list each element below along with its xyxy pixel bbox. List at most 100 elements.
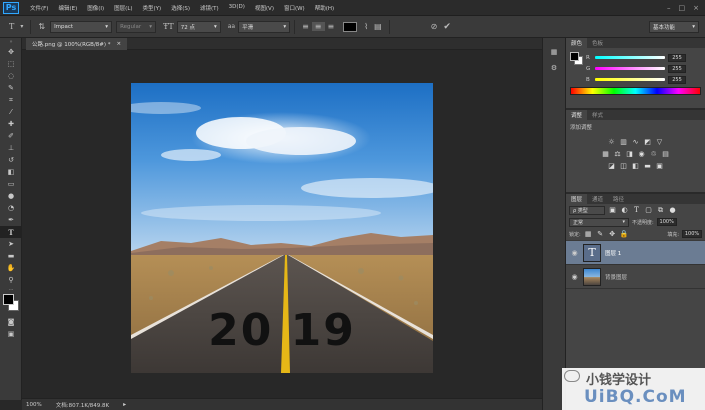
panel-foreground-swatch[interactable] [570, 52, 579, 61]
zoom-level[interactable]: 100% [26, 402, 42, 408]
color-lookup-icon[interactable]: ▤ [661, 149, 670, 158]
tab-swatches[interactable]: 色板 [587, 38, 608, 48]
menu-type[interactable]: 类型(Y) [138, 4, 167, 12]
canvas-area[interactable]: 20 19 [22, 50, 542, 398]
quick-mask-icon[interactable]: ◙ [0, 316, 22, 328]
workspace-select[interactable]: 基本功能 ▾ [649, 20, 699, 33]
tab-adjustments[interactable]: 调整 [566, 110, 588, 120]
quick-select-tool-icon[interactable]: ✎ [0, 82, 22, 94]
status-menu-arrow-icon[interactable]: ▸ [123, 401, 126, 408]
commit-check-icon[interactable]: ✔ [440, 22, 454, 32]
invert-icon[interactable]: ◪ [607, 161, 616, 170]
year-text-layer[interactable]: 20 19 [131, 305, 433, 356]
filter-adjust-icon[interactable]: ◐ [620, 206, 629, 215]
red-channel-slider[interactable] [595, 56, 665, 59]
close-window-button[interactable]: × [693, 4, 699, 12]
menu-image[interactable]: 图像(I) [82, 4, 109, 12]
cancel-icon[interactable]: ⊘ [428, 22, 441, 31]
filter-toggle-icon[interactable]: ● [668, 206, 677, 215]
minimize-button[interactable]: – [667, 4, 671, 12]
selective-color-icon[interactable]: ▣ [655, 161, 664, 170]
tab-paths[interactable]: 路径 [608, 194, 629, 204]
gradient-tool-icon[interactable]: ▭ [0, 178, 22, 190]
curves-icon[interactable]: ∿ [631, 137, 640, 146]
font-style-select[interactable]: Regular ▾ [116, 20, 157, 33]
hand-tool-icon[interactable]: ✋ [0, 262, 22, 274]
photo-filter-icon[interactable]: ◉ [637, 149, 646, 158]
tool-preset-chevron-icon[interactable]: ▾ [17, 23, 26, 30]
menu-file[interactable]: 文件(F) [25, 4, 53, 12]
align-right-icon[interactable]: ≡ [325, 22, 338, 31]
menu-select[interactable]: 选择(S) [166, 4, 195, 12]
tab-color[interactable]: 颜色 [566, 38, 588, 48]
history-brush-tool-icon[interactable]: ↺ [0, 154, 22, 166]
menu-help[interactable]: 帮助(H) [310, 4, 339, 12]
layer-filter-select[interactable]: ρ 类型 [569, 205, 605, 215]
tab-layers[interactable]: 图层 [566, 194, 588, 204]
eyedropper-tool-icon[interactable]: ⁄ [0, 106, 22, 118]
crop-tool-icon[interactable]: ⌗ [0, 94, 22, 106]
lock-pixels-icon[interactable]: ▦ [584, 230, 593, 239]
layer-row-background[interactable]: ◉ 背景图层 [566, 265, 705, 289]
menu-window[interactable]: 窗口(W) [279, 4, 310, 12]
blue-channel-slider[interactable] [595, 78, 665, 81]
menu-3d[interactable]: 3D(D) [224, 4, 250, 12]
green-channel-slider[interactable] [595, 67, 665, 70]
align-center-icon[interactable]: ≡ [311, 22, 325, 31]
pen-tool-icon[interactable]: ✒ [0, 214, 22, 226]
screen-mode-icon[interactable]: ▣ [0, 328, 22, 340]
lasso-tool-icon[interactable]: ◌ [0, 70, 22, 82]
document-tab[interactable]: 公路.png @ 100%(RGB/8#) * × [26, 38, 128, 50]
clone-stamp-tool-icon[interactable]: ⊥ [0, 142, 22, 154]
font-family-select[interactable]: Impact ▾ [50, 20, 113, 33]
layer-row-text[interactable]: ◉ T 图层 1 [566, 241, 705, 265]
road-photo[interactable]: 20 19 [131, 83, 433, 373]
collapse-icon[interactable]: » [0, 38, 22, 46]
filter-shape-icon[interactable]: ▢ [644, 206, 653, 215]
maximize-button[interactable]: □ [679, 4, 686, 12]
brush-tool-icon[interactable]: ✐ [0, 130, 22, 142]
brightness-icon[interactable]: ☼ [607, 137, 616, 146]
visibility-eye-icon[interactable]: ◉ [570, 273, 579, 281]
history-panel-icon[interactable]: ▦ [543, 46, 565, 58]
fill-value[interactable]: 100% [682, 230, 702, 238]
black-white-icon[interactable]: ◨ [625, 149, 634, 158]
shape-tool-icon[interactable]: ▬ [0, 250, 22, 262]
blur-tool-icon[interactable]: ● [0, 190, 22, 202]
hue-saturation-icon[interactable]: ▦ [601, 149, 610, 158]
color-balance-icon[interactable]: ⚖ [613, 149, 622, 158]
visibility-eye-icon[interactable]: ◉ [570, 249, 579, 257]
menu-filter[interactable]: 滤镜(T) [195, 4, 224, 12]
vibrance-icon[interactable]: ▽ [655, 137, 664, 146]
font-size-select[interactable]: 72 点 ▾ [176, 20, 221, 33]
green-channel-value[interactable]: 255 [668, 64, 686, 73]
path-select-tool-icon[interactable]: ➤ [0, 238, 22, 250]
filter-type-icon[interactable]: T [632, 206, 641, 215]
blue-channel-value[interactable]: 255 [668, 75, 686, 84]
posterize-icon[interactable]: ◫ [619, 161, 628, 170]
lock-all-icon[interactable]: 🔒 [620, 230, 629, 239]
lock-brush-icon[interactable]: ✎ [596, 230, 605, 239]
gradient-map-icon[interactable]: ▬ [643, 161, 652, 170]
menu-view[interactable]: 视图(V) [250, 4, 279, 12]
marquee-tool-icon[interactable]: ⬚ [0, 58, 22, 70]
properties-panel-icon[interactable]: ⚙ [543, 62, 565, 74]
anti-alias-select[interactable]: 平滑 ▾ [238, 20, 291, 33]
levels-icon[interactable]: ▥ [619, 137, 628, 146]
lock-position-icon[interactable]: ✥ [608, 230, 617, 239]
character-panel-icon[interactable]: ▤ [371, 22, 385, 31]
threshold-icon[interactable]: ◧ [631, 161, 640, 170]
filter-smart-icon[interactable]: ⧉ [656, 206, 665, 215]
dodge-tool-icon[interactable]: ◔ [0, 202, 22, 214]
align-left-icon[interactable]: ≡ [299, 22, 312, 31]
opacity-value[interactable]: 100% [656, 218, 677, 226]
channel-mixer-icon[interactable]: ♲ [649, 149, 658, 158]
zoom-tool-icon[interactable]: ⚲ [0, 274, 22, 286]
menu-edit[interactable]: 编辑(E) [53, 4, 82, 12]
text-color-swatch[interactable] [343, 21, 358, 32]
eraser-tool-icon[interactable]: ◧ [0, 166, 22, 178]
warp-text-icon[interactable]: ⌇ [361, 22, 371, 31]
healing-brush-tool-icon[interactable]: ✚ [0, 118, 22, 130]
exposure-icon[interactable]: ◩ [643, 137, 652, 146]
color-spectrum-bar[interactable] [570, 87, 701, 95]
